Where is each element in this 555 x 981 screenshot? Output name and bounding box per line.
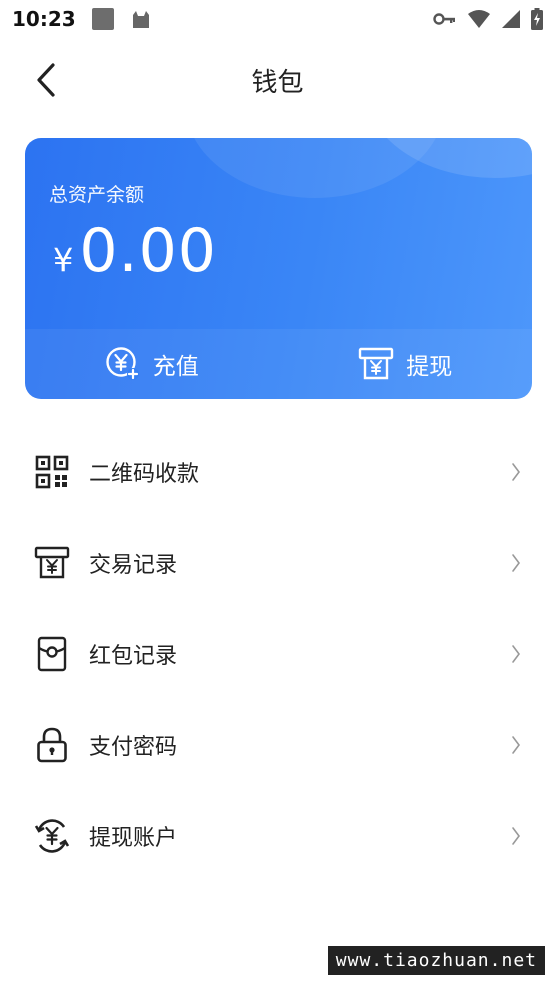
withdraw-account-icon bbox=[34, 818, 70, 853]
chevron-right-icon bbox=[512, 735, 520, 754]
currency-symbol: ¥ bbox=[53, 241, 74, 279]
menu-item-label: 红包记录 bbox=[89, 643, 178, 669]
chevron-right-icon bbox=[512, 553, 520, 572]
withdraw-label: 提现 bbox=[406, 354, 453, 380]
chevron-right-icon bbox=[512, 826, 520, 845]
menu-item-red-packet-record[interactable]: 红包记录 bbox=[0, 608, 555, 699]
chevron-right-icon bbox=[512, 644, 520, 663]
status-right bbox=[433, 8, 543, 30]
qr-code-icon bbox=[35, 455, 69, 488]
cat-notification-icon bbox=[132, 11, 149, 28]
status-time: 10:23 bbox=[12, 7, 76, 31]
signal-icon bbox=[502, 10, 520, 28]
menu-item-label: 提现账户 bbox=[89, 825, 178, 851]
recharge-icon bbox=[106, 347, 139, 380]
status-left: 10:23 bbox=[12, 7, 152, 31]
total-assets-label: 总资产余额 bbox=[49, 184, 145, 206]
wifi-icon bbox=[468, 10, 490, 28]
status-bar: 10:23 bbox=[0, 0, 555, 38]
page-title: 钱包 bbox=[251, 68, 304, 98]
lock-icon bbox=[37, 727, 67, 762]
red-packet-icon bbox=[37, 636, 67, 671]
transaction-record-icon bbox=[34, 546, 70, 578]
balance-amount: 0.00 bbox=[79, 216, 217, 286]
withdraw-button[interactable]: 提现 bbox=[279, 347, 533, 381]
wallet-menu-list: 二维码收款 交易记录 红包记录 支付密码 提现账户 bbox=[0, 426, 555, 881]
vpn-key-icon bbox=[433, 13, 455, 25]
recharge-label: 充值 bbox=[152, 354, 199, 380]
card-actions: 充值 提现 bbox=[25, 329, 532, 399]
menu-item-label: 支付密码 bbox=[89, 734, 178, 760]
recharge-button[interactable]: 充值 bbox=[25, 346, 279, 382]
withdraw-icon bbox=[359, 347, 394, 380]
menu-item-label: 二维码收款 bbox=[89, 461, 200, 487]
watermark: www.tiaozhuan.net bbox=[327, 946, 545, 975]
balance: ¥ 0.00 bbox=[53, 216, 217, 286]
battery-icon bbox=[531, 8, 543, 30]
menu-item-qr-receive[interactable]: 二维码收款 bbox=[0, 426, 555, 517]
notification-square-icon bbox=[91, 8, 114, 30]
menu-item-withdraw-account[interactable]: 提现账户 bbox=[0, 790, 555, 881]
menu-item-label: 交易记录 bbox=[89, 552, 178, 578]
header: 钱包 bbox=[0, 50, 555, 110]
wallet-balance-card: 总资产余额 ¥ 0.00 充值 提现 bbox=[25, 138, 532, 399]
chevron-right-icon bbox=[512, 462, 520, 481]
menu-item-payment-password[interactable]: 支付密码 bbox=[0, 699, 555, 790]
menu-item-transaction-record[interactable]: 交易记录 bbox=[0, 517, 555, 608]
